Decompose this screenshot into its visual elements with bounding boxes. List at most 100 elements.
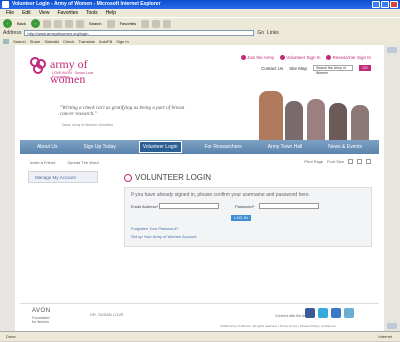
stop-icon[interactable] xyxy=(42,19,51,28)
status-bar: Done Internet xyxy=(0,331,400,341)
font-medium-button[interactable] xyxy=(357,159,362,164)
video-icon[interactable] xyxy=(344,308,354,318)
social-icons xyxy=(305,308,354,318)
password-input[interactable] xyxy=(259,203,319,209)
susan-love-logo[interactable]: DR. SUSAN LOVE xyxy=(90,312,124,317)
avon-logo[interactable]: AVON xyxy=(32,308,51,314)
google-icon[interactable] xyxy=(3,38,9,44)
search-label[interactable]: Search xyxy=(87,20,104,28)
home-icon[interactable] xyxy=(64,19,73,28)
menu-help[interactable]: Help xyxy=(106,9,116,17)
font-small-button[interactable] xyxy=(348,159,353,164)
maximize-button[interactable] xyxy=(381,1,389,8)
sitemap-link[interactable]: Site Map xyxy=(289,66,307,71)
login-title: VOLUNTEER LOGIN xyxy=(135,173,212,182)
menu-file[interactable]: File xyxy=(6,9,14,17)
nav-sign-up[interactable]: Sign Up Today xyxy=(80,142,118,152)
ie-icon xyxy=(2,1,9,8)
vertical-scrollbar[interactable] xyxy=(384,45,400,331)
sub-nav: Contact Us Site Map Search the Army of W… xyxy=(261,65,371,75)
avon-foundation-text: Foundation for Women xyxy=(32,316,50,324)
setup-account-link[interactable]: Set up Your Army of Women Account xyxy=(131,234,197,239)
volunteer-icon xyxy=(280,55,286,61)
links-toolbar: Search Share Sidewiki Check Translate Au… xyxy=(0,37,400,45)
top-links: Join the Army Volunteer Sign In Research… xyxy=(240,55,371,61)
url-input[interactable]: http://www.armyofwomen.org/login xyxy=(24,30,255,36)
close-button[interactable] xyxy=(390,1,398,8)
minimize-button[interactable] xyxy=(372,1,380,8)
left-gutter xyxy=(0,45,15,331)
password-label: Password* xyxy=(235,204,255,209)
search-icon[interactable] xyxy=(75,19,84,28)
scroll-down-icon[interactable] xyxy=(387,323,397,329)
volunteer-signin-link[interactable]: Volunteer Sign In xyxy=(280,55,320,61)
login-circle-icon xyxy=(124,173,132,182)
font-large-button[interactable] xyxy=(366,159,371,164)
refresh-icon[interactable] xyxy=(53,19,62,28)
links-label[interactable]: Links xyxy=(267,30,279,36)
toolbar-share[interactable]: Share xyxy=(30,39,41,44)
toolbar-search[interactable]: Search xyxy=(13,39,26,44)
forgot-password-link[interactable]: Forgotten Your Password? xyxy=(131,226,178,231)
browser-viewport: army of women LOVE AVON · Susan Love Fou… xyxy=(0,45,400,331)
mail-icon[interactable] xyxy=(152,19,161,28)
nav-volunteer-login[interactable]: Volunteer Login xyxy=(138,141,182,153)
favorites-icon[interactable] xyxy=(106,19,115,28)
back-arrow-icon[interactable]: ‹ xyxy=(3,19,12,28)
site-search-button[interactable]: GO xyxy=(359,65,371,71)
window-title: Volunteer Login - Army of Women - Micros… xyxy=(12,1,161,7)
site-container: army of women LOVE AVON · Susan Love Fou… xyxy=(20,45,379,331)
go-button[interactable]: Go xyxy=(257,30,264,36)
status-text: Done xyxy=(6,334,16,339)
site-logo[interactable]: army of women LOVE AVON · Susan Love Fou… xyxy=(30,53,110,86)
manage-account-menu[interactable]: Manage My Account xyxy=(28,171,98,183)
scroll-up-icon[interactable] xyxy=(387,47,397,53)
menu-edit[interactable]: Edit xyxy=(22,9,31,17)
hero-photo xyxy=(251,87,371,141)
toolbar-sidewiki[interactable]: Sidewiki xyxy=(44,39,59,44)
menu-tools[interactable]: Tools xyxy=(86,9,98,17)
page-tools: Print Page Font Size xyxy=(304,159,371,164)
facebook-icon[interactable] xyxy=(305,308,315,318)
page-content: army of women LOVE AVON · Susan Love Fou… xyxy=(15,45,384,331)
menu-favorites[interactable]: Favorites xyxy=(57,9,78,17)
hero-quote-source: Dana, Army of Women Volunteer xyxy=(62,123,113,127)
toolbar-autofill[interactable]: AutoFill xyxy=(99,39,112,44)
window-controls xyxy=(372,1,398,8)
menu-bar: File Edit View Favorites Tools Help xyxy=(0,9,400,17)
contact-link[interactable]: Contact Us xyxy=(261,66,283,71)
login-instructions: If you have already signed in, please co… xyxy=(131,192,310,198)
nav-for-researchers[interactable]: For Researchers xyxy=(201,142,244,152)
site-footer: AVON Foundation for Women DR. SUSAN LOVE… xyxy=(20,303,379,331)
site-search-input[interactable]: Search the Army of Women xyxy=(313,65,353,75)
email-input[interactable] xyxy=(159,203,219,209)
back-label[interactable]: Back xyxy=(15,20,28,28)
researcher-icon xyxy=(326,55,332,61)
forward-arrow-icon[interactable]: › xyxy=(30,19,40,28)
login-form-panel: If you have already signed in, please co… xyxy=(124,187,372,247)
login-button[interactable]: LOG IN xyxy=(231,215,251,221)
invite-friend-link[interactable]: Invite a Friend xyxy=(30,160,55,165)
favorites-label[interactable]: Favorites xyxy=(118,20,138,28)
nav-about-us[interactable]: About Us xyxy=(34,142,61,152)
nav-news-events[interactable]: News & Events xyxy=(325,142,365,152)
utility-bar: Invite a Friend Spread The Word Print Pa… xyxy=(20,158,379,166)
twitter-icon[interactable] xyxy=(318,308,328,318)
print-icon[interactable] xyxy=(163,19,172,28)
join-army-link[interactable]: Join the Army xyxy=(240,55,274,61)
address-bar: Address http://www.armyofwomen.org/login… xyxy=(0,29,400,37)
toolbar-translate[interactable]: Translate xyxy=(78,39,95,44)
print-page-link[interactable]: Print Page xyxy=(304,159,323,164)
blog-icon[interactable] xyxy=(331,308,341,318)
history-icon[interactable] xyxy=(141,19,150,28)
toolbar-signin[interactable]: Sign In xyxy=(116,39,128,44)
researcher-signin-link[interactable]: Researcher Sign In xyxy=(326,55,371,61)
nav-army-town-hall[interactable]: Army Town Hall xyxy=(265,142,306,152)
volunteer-login-section: VOLUNTEER LOGIN If you have already sign… xyxy=(124,171,374,301)
main-nav: About Us Sign Up Today Volunteer Login F… xyxy=(20,140,379,154)
spread-word-link[interactable]: Spread The Word xyxy=(67,160,98,165)
address-label: Address xyxy=(3,30,22,36)
menu-view[interactable]: View xyxy=(39,9,50,17)
toolbar-check[interactable]: Check xyxy=(63,39,74,44)
hero-quote: "Writing a check isn't as gratifying as … xyxy=(60,105,185,117)
